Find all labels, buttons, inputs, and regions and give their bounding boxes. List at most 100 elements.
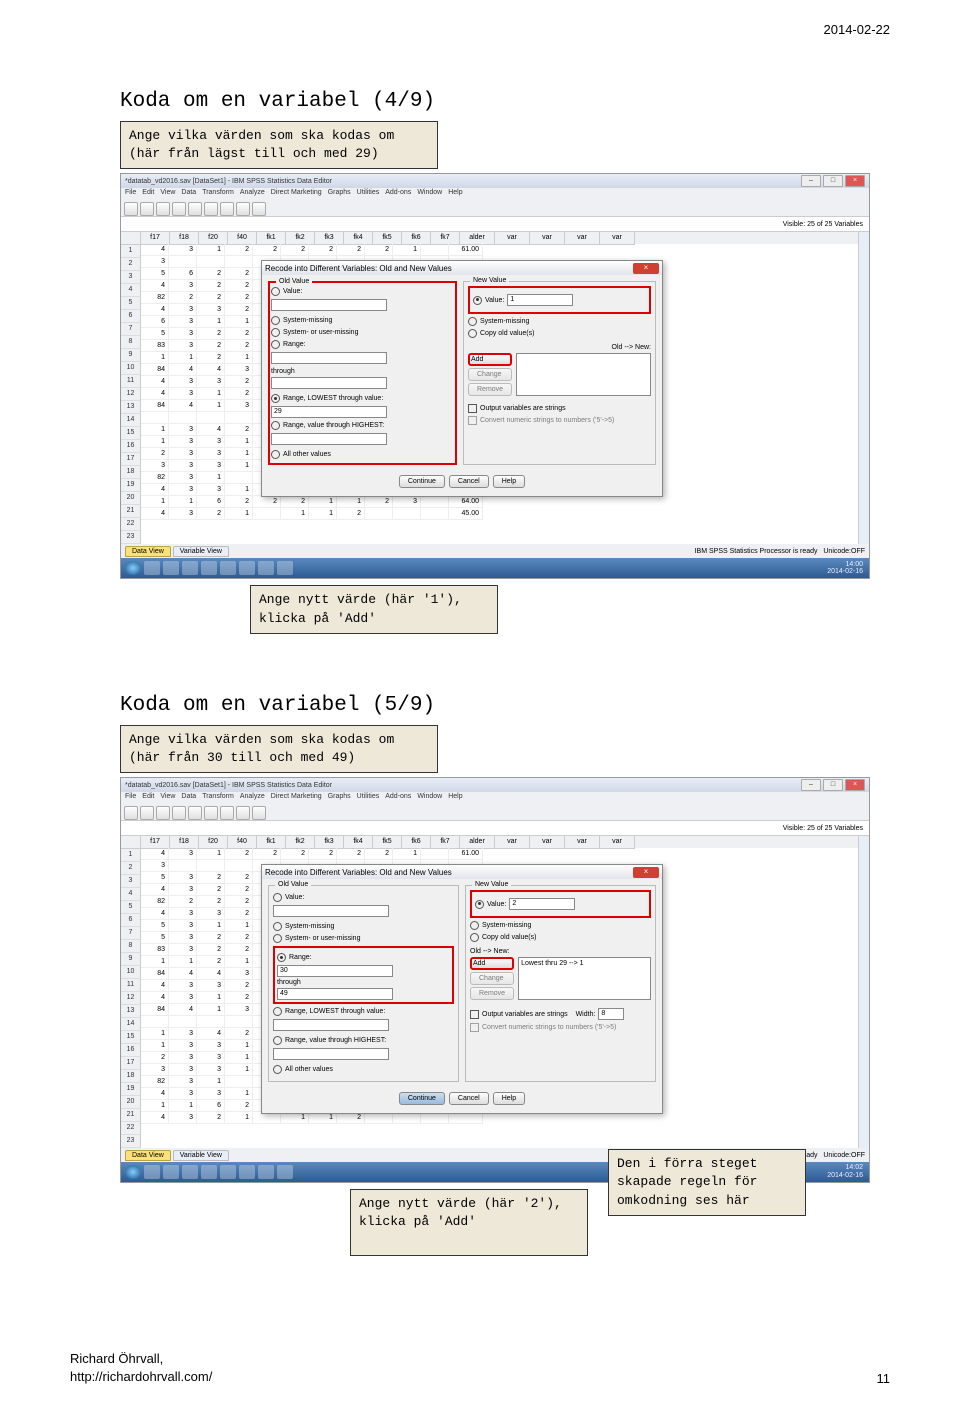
cell[interactable]: 3 bbox=[225, 364, 253, 376]
cancel-button[interactable]: Cancel bbox=[449, 475, 489, 488]
cell[interactable]: 2 bbox=[225, 244, 253, 256]
cell[interactable]: 1 bbox=[141, 436, 169, 448]
out-strings-check[interactable]: Output variables are strings bbox=[468, 404, 651, 413]
cell[interactable]: 2 bbox=[281, 496, 309, 508]
cell[interactable]: 2 bbox=[225, 980, 253, 992]
cell[interactable]: 2 bbox=[197, 268, 225, 280]
cell[interactable]: 3 bbox=[197, 304, 225, 316]
cell[interactable]: 3 bbox=[169, 944, 197, 956]
cell[interactable]: 4 bbox=[169, 400, 197, 412]
cell[interactable]: 4 bbox=[141, 1088, 169, 1100]
menu-item[interactable]: Analyze bbox=[240, 189, 265, 196]
close-icon[interactable]: × bbox=[845, 779, 865, 791]
cell[interactable]: 1 bbox=[169, 956, 197, 968]
taskbar-app-icon[interactable] bbox=[277, 561, 293, 575]
menu-item[interactable]: Transform bbox=[202, 793, 234, 800]
maximize-icon[interactable]: □ bbox=[823, 779, 843, 791]
cell[interactable]: 3 bbox=[197, 1040, 225, 1052]
sysmiss-radio[interactable]: System-missing bbox=[271, 316, 454, 325]
scrollbar-vertical[interactable] bbox=[858, 232, 869, 544]
cell[interactable]: 5 bbox=[141, 328, 169, 340]
cell[interactable]: 3 bbox=[169, 436, 197, 448]
taskbar-app-icon[interactable] bbox=[220, 561, 236, 575]
cell[interactable]: 2 bbox=[225, 944, 253, 956]
sysusermiss-radio[interactable]: System- or user-missing bbox=[271, 328, 454, 337]
cell[interactable]: 3 bbox=[393, 496, 421, 508]
menu-item[interactable]: Add-ons bbox=[385, 189, 411, 196]
value-radio[interactable]: Value: bbox=[273, 893, 454, 902]
cell[interactable]: 82 bbox=[141, 472, 169, 484]
cell[interactable]: 4 bbox=[141, 388, 169, 400]
cell[interactable]: 1 bbox=[225, 508, 253, 520]
redo-icon[interactable] bbox=[188, 202, 202, 216]
cell[interactable]: 4 bbox=[169, 968, 197, 980]
cell[interactable]: 1 bbox=[141, 956, 169, 968]
run-icon[interactable] bbox=[252, 806, 266, 820]
cell[interactable]: 1 bbox=[225, 448, 253, 460]
cell[interactable]: 2 bbox=[253, 848, 281, 860]
cell[interactable]: 1 bbox=[197, 316, 225, 328]
col-header[interactable]: var bbox=[530, 232, 565, 245]
cell[interactable]: 82 bbox=[141, 1076, 169, 1088]
menu-item[interactable]: Window bbox=[417, 189, 442, 196]
cell[interactable]: 1 bbox=[225, 484, 253, 496]
cell[interactable]: 3 bbox=[169, 244, 197, 256]
cell[interactable]: 2 bbox=[197, 292, 225, 304]
cell[interactable]: 6 bbox=[169, 268, 197, 280]
cell[interactable]: 3 bbox=[169, 304, 197, 316]
cell[interactable]: 2 bbox=[225, 1100, 253, 1112]
cell[interactable]: 1 bbox=[225, 1088, 253, 1100]
cell[interactable]: 64.00 bbox=[449, 496, 483, 508]
cell[interactable]: 3 bbox=[169, 340, 197, 352]
cell[interactable]: 1 bbox=[141, 1028, 169, 1040]
range-lowest-input[interactable] bbox=[273, 1019, 389, 1031]
cell[interactable]: 2 bbox=[225, 304, 253, 316]
range-lowest-radio[interactable]: Range, LOWEST through value: bbox=[271, 394, 454, 403]
cell[interactable]: 3 bbox=[169, 448, 197, 460]
copy-old-radio[interactable]: Copy old value(s) bbox=[468, 329, 651, 338]
all-other-radio[interactable]: All other values bbox=[271, 450, 454, 459]
menu-item[interactable]: Add-ons bbox=[385, 793, 411, 800]
undo-icon[interactable] bbox=[172, 202, 186, 216]
goto-icon[interactable] bbox=[220, 202, 234, 216]
col-header[interactable]: var bbox=[600, 836, 635, 849]
cell[interactable]: 3 bbox=[169, 1076, 197, 1088]
cell[interactable]: 1 bbox=[393, 848, 421, 860]
cell[interactable] bbox=[253, 508, 281, 520]
cell[interactable]: 1 bbox=[309, 496, 337, 508]
cell[interactable]: 2 bbox=[225, 896, 253, 908]
cell[interactable]: 2 bbox=[337, 848, 365, 860]
cell[interactable]: 3 bbox=[169, 872, 197, 884]
cell[interactable]: 1 bbox=[197, 920, 225, 932]
cell[interactable]: 3 bbox=[169, 328, 197, 340]
cell[interactable]: 1 bbox=[141, 424, 169, 436]
cell[interactable]: 1 bbox=[141, 352, 169, 364]
cell[interactable] bbox=[421, 244, 449, 256]
cell[interactable]: 5 bbox=[141, 932, 169, 944]
cell[interactable]: 1 bbox=[197, 472, 225, 484]
cell[interactable]: 3 bbox=[169, 424, 197, 436]
cell[interactable]: 1 bbox=[169, 352, 197, 364]
col-header[interactable]: var bbox=[565, 836, 600, 849]
range-lowest-radio[interactable]: Range, LOWEST through value: bbox=[273, 1007, 454, 1016]
cell[interactable]: 1 bbox=[141, 1100, 169, 1112]
cell[interactable]: 1 bbox=[225, 1040, 253, 1052]
menu-item[interactable]: View bbox=[160, 793, 175, 800]
cell[interactable]: 3 bbox=[169, 884, 197, 896]
cell[interactable]: 1 bbox=[309, 508, 337, 520]
menu-item[interactable]: Window bbox=[417, 793, 442, 800]
start-button-icon[interactable] bbox=[125, 1165, 141, 1179]
value-input[interactable] bbox=[273, 905, 389, 917]
cell[interactable]: 1 bbox=[225, 1052, 253, 1064]
tab-data-view[interactable]: Data View bbox=[125, 546, 171, 557]
cell[interactable]: 2 bbox=[197, 944, 225, 956]
cell[interactable] bbox=[225, 860, 253, 872]
cell[interactable]: 3 bbox=[169, 1064, 197, 1076]
cell[interactable]: 45.00 bbox=[449, 508, 483, 520]
cell[interactable]: 4 bbox=[169, 364, 197, 376]
menu-item[interactable]: File bbox=[125, 793, 136, 800]
cell[interactable]: 2 bbox=[197, 280, 225, 292]
col-header[interactable]: var bbox=[600, 232, 635, 245]
menu-item[interactable]: Help bbox=[448, 189, 462, 196]
cell[interactable]: 3 bbox=[197, 1052, 225, 1064]
